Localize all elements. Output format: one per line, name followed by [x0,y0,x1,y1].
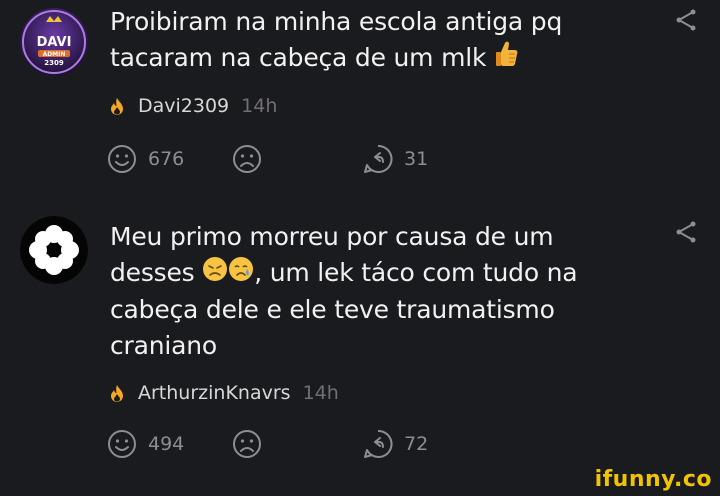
avatar-text-2: ADMIN [43,51,66,58]
ifunny-watermark: ifunny.co [594,467,712,492]
comment-meta: Davi2309 14h [110,95,277,117]
share-button[interactable] [674,220,698,244]
smile-icon [108,430,136,458]
timestamp: 14h [302,382,339,404]
crying-face-emoji-icon [228,256,254,292]
share-icon [676,9,696,31]
smile-button[interactable]: 676 [106,143,184,175]
comment-text: Proibiram na minha escola antiga pq taca… [110,4,630,78]
flame-icon [110,384,124,402]
smile-icon [108,145,136,173]
disappointed-face-emoji-icon [202,256,228,292]
timestamp: 14h [241,95,278,117]
avatar-image [20,216,88,284]
unsmile-button[interactable] [231,143,263,175]
comment-meta: ArthurzinKnavrs 14h [110,382,339,404]
comment-text: Meu primo morreu por causa de um desses … [110,219,600,364]
avatar-image: DAVI ADMIN 2309 [20,8,88,76]
avatar[interactable]: DAVI ADMIN 2309 [20,8,88,76]
username[interactable]: ArthurzinKnavrs [138,382,291,404]
smile-count: 676 [148,148,185,170]
share-button[interactable] [674,8,698,32]
share-icon [676,221,696,243]
thumbs-up-emoji-icon [494,40,520,78]
avatar-text-1: DAVI [37,35,72,50]
sad-icon [233,430,261,458]
smile-button[interactable]: 494 [106,428,184,460]
flame-icon [110,97,124,115]
reply-button[interactable]: 72 [362,428,428,460]
reply-icon [364,144,393,173]
reply-count: 31 [404,148,429,170]
sad-icon [233,145,261,173]
reply-count: 72 [404,433,429,455]
avatar-text-3: 2309 [44,59,64,67]
reply-button[interactable]: 31 [362,143,428,175]
username[interactable]: Davi2309 [138,95,229,117]
unsmile-button[interactable] [231,428,263,460]
reply-icon [364,429,393,458]
smile-count: 494 [148,433,185,455]
avatar[interactable] [20,216,88,284]
